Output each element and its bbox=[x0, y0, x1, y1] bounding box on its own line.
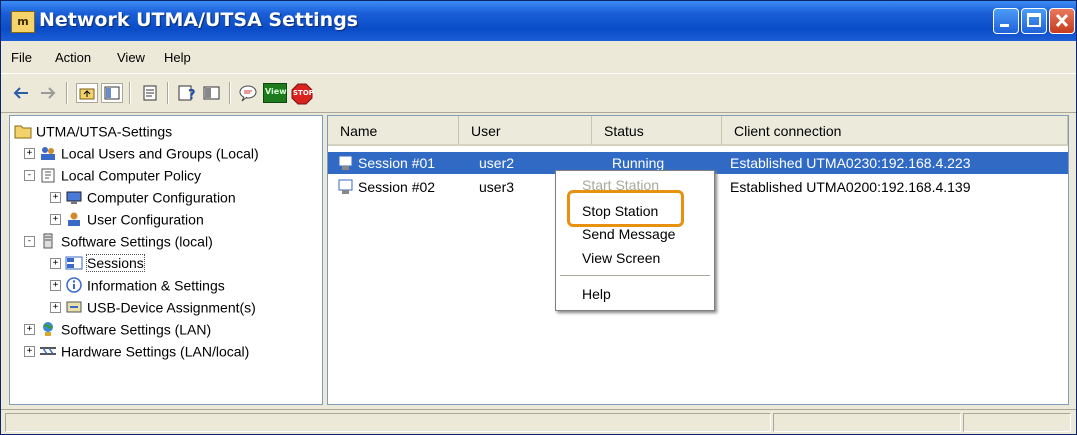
user-config-icon bbox=[65, 211, 83, 227]
utma-app-icon: m bbox=[11, 11, 35, 33]
column-header-user[interactable]: User bbox=[459, 116, 592, 146]
menu-file[interactable]: File bbox=[11, 50, 32, 65]
policy-icon bbox=[39, 167, 57, 183]
minimize-button[interactable] bbox=[993, 8, 1019, 34]
tree-item-label: Software Settings (LAN) bbox=[61, 321, 212, 338]
tree-item-local-users-groups[interactable]: + Local Users and Groups (Local) bbox=[24, 144, 259, 166]
view-screen-label: View bbox=[265, 87, 287, 96]
maximize-button[interactable] bbox=[1021, 8, 1047, 34]
window-title: Network UTMA/UTSA Settings bbox=[39, 9, 359, 31]
tree-item-label: Local Computer Policy bbox=[61, 167, 202, 184]
tree-item-label: Information & Settings bbox=[87, 277, 225, 294]
info-icon bbox=[65, 277, 83, 294]
toolbar-separator bbox=[66, 82, 68, 104]
status-segment bbox=[773, 413, 961, 432]
collapse-icon[interactable]: - bbox=[24, 235, 35, 247]
menu-send-message[interactable]: Send Message bbox=[582, 226, 675, 242]
send-message-icon[interactable] bbox=[237, 83, 259, 103]
session-connection: Established UTMA0230:192.168.4.223 bbox=[730, 155, 971, 171]
menu-separator bbox=[560, 275, 710, 276]
tree-item-label: Sessions bbox=[86, 254, 145, 273]
tree-root-label: UTMA/UTSA-Settings bbox=[36, 123, 173, 140]
tree-item-local-computer-policy[interactable]: - Local Computer Policy bbox=[24, 166, 201, 188]
expand-icon[interactable]: + bbox=[50, 257, 61, 269]
session-icon bbox=[336, 178, 354, 202]
session-name: Session #02 bbox=[358, 179, 436, 195]
session-user: user3 bbox=[479, 179, 515, 195]
expand-icon[interactable]: + bbox=[50, 191, 61, 203]
expand-icon[interactable]: + bbox=[50, 279, 61, 291]
tree-item-usb-device-assignment[interactable]: + USB-Device Assignment(s) bbox=[50, 298, 256, 320]
stop-station-icon[interactable]: STOP bbox=[291, 83, 314, 105]
session-name: Session #01 bbox=[358, 155, 436, 171]
tree-item-label: Computer Configuration bbox=[87, 189, 236, 206]
console-tree-icon[interactable] bbox=[201, 83, 223, 103]
globe-icon bbox=[39, 321, 57, 337]
toolbar-separator bbox=[129, 82, 131, 104]
toolbar: ? View STOP bbox=[1, 73, 1076, 113]
expand-icon[interactable]: + bbox=[24, 345, 35, 357]
column-header-status[interactable]: Status bbox=[592, 116, 722, 146]
session-user: user2 bbox=[479, 155, 515, 171]
tree-item-user-configuration[interactable]: + User Configuration bbox=[50, 210, 204, 232]
menu-view-screen[interactable]: View Screen bbox=[582, 250, 660, 266]
tree-item-label: Hardware Settings (LAN/local) bbox=[61, 343, 250, 360]
users-icon bbox=[39, 145, 57, 161]
main-window: m Network UTMA/UTSA Settings File Action… bbox=[0, 0, 1077, 435]
folder-icon bbox=[14, 123, 32, 139]
close-icon bbox=[1055, 13, 1069, 28]
tree-pane: UTMA/UTSA-Settings + Local Users and Grou… bbox=[9, 115, 323, 405]
up-folder-icon[interactable] bbox=[76, 83, 98, 103]
toolbar-separator bbox=[167, 82, 169, 104]
tree-item-computer-configuration[interactable]: + Computer Configuration bbox=[50, 188, 236, 210]
back-arrow-icon[interactable] bbox=[11, 83, 33, 103]
column-header-name[interactable]: Name bbox=[328, 116, 459, 146]
show-hide-tree-icon[interactable] bbox=[101, 83, 123, 103]
export-list-icon[interactable] bbox=[139, 83, 161, 103]
minimize-icon bbox=[1000, 24, 1009, 27]
tree-item-information-settings[interactable]: + Information & Settings bbox=[50, 276, 225, 298]
status-bar bbox=[1, 409, 1076, 435]
menu-help[interactable]: Help bbox=[164, 50, 191, 65]
expand-icon[interactable]: + bbox=[50, 213, 61, 225]
tree-item-sessions[interactable]: + Sessions bbox=[50, 254, 145, 276]
sessions-icon bbox=[65, 255, 83, 271]
expand-icon[interactable]: + bbox=[24, 147, 35, 159]
maximize-icon bbox=[1027, 13, 1041, 27]
column-header-client-connection[interactable]: Client connection bbox=[722, 116, 1068, 146]
close-button[interactable] bbox=[1049, 8, 1075, 34]
server-icon bbox=[39, 233, 57, 249]
menu-bar: File Action View Help bbox=[1, 42, 1076, 72]
tree-item-label: User Configuration bbox=[87, 211, 204, 228]
view-screen-icon[interactable]: View bbox=[263, 83, 287, 103]
usb-icon bbox=[65, 299, 83, 315]
tree-item-label: USB-Device Assignment(s) bbox=[87, 299, 256, 316]
tree-item-software-settings-lan[interactable]: + Software Settings (LAN) bbox=[24, 320, 211, 342]
tree-item-label: Local Users and Groups (Local) bbox=[61, 145, 259, 162]
tree-root[interactable]: UTMA/UTSA-Settings bbox=[14, 122, 172, 144]
status-segment bbox=[963, 413, 1071, 432]
tree-item-label: Software Settings (local) bbox=[61, 233, 213, 250]
tree-item-software-settings-local[interactable]: - Software Settings (local) bbox=[24, 232, 213, 254]
session-icon bbox=[336, 154, 354, 178]
tree-item-hardware-settings[interactable]: + Hardware Settings (LAN/local) bbox=[24, 342, 249, 364]
menu-view[interactable]: View bbox=[117, 50, 145, 65]
menu-help[interactable]: Help bbox=[582, 286, 611, 302]
title-bar[interactable]: m Network UTMA/UTSA Settings bbox=[1, 1, 1076, 41]
help-icon[interactable]: ? bbox=[176, 83, 198, 103]
stop-label: STOP bbox=[293, 89, 314, 97]
collapse-icon[interactable]: - bbox=[24, 169, 35, 181]
toolbar-separator bbox=[229, 82, 231, 104]
forward-arrow-icon[interactable] bbox=[37, 83, 59, 103]
svg-text:?: ? bbox=[188, 88, 196, 103]
network-icon bbox=[39, 343, 57, 359]
computer-config-icon bbox=[65, 189, 83, 205]
session-connection: Established UTMA0200:192.168.4.139 bbox=[730, 179, 971, 195]
menu-action[interactable]: Action bbox=[55, 50, 91, 65]
expand-icon[interactable]: + bbox=[24, 323, 35, 335]
expand-icon[interactable]: + bbox=[50, 301, 61, 313]
status-segment bbox=[5, 413, 771, 432]
highlight-annotation bbox=[567, 190, 684, 227]
